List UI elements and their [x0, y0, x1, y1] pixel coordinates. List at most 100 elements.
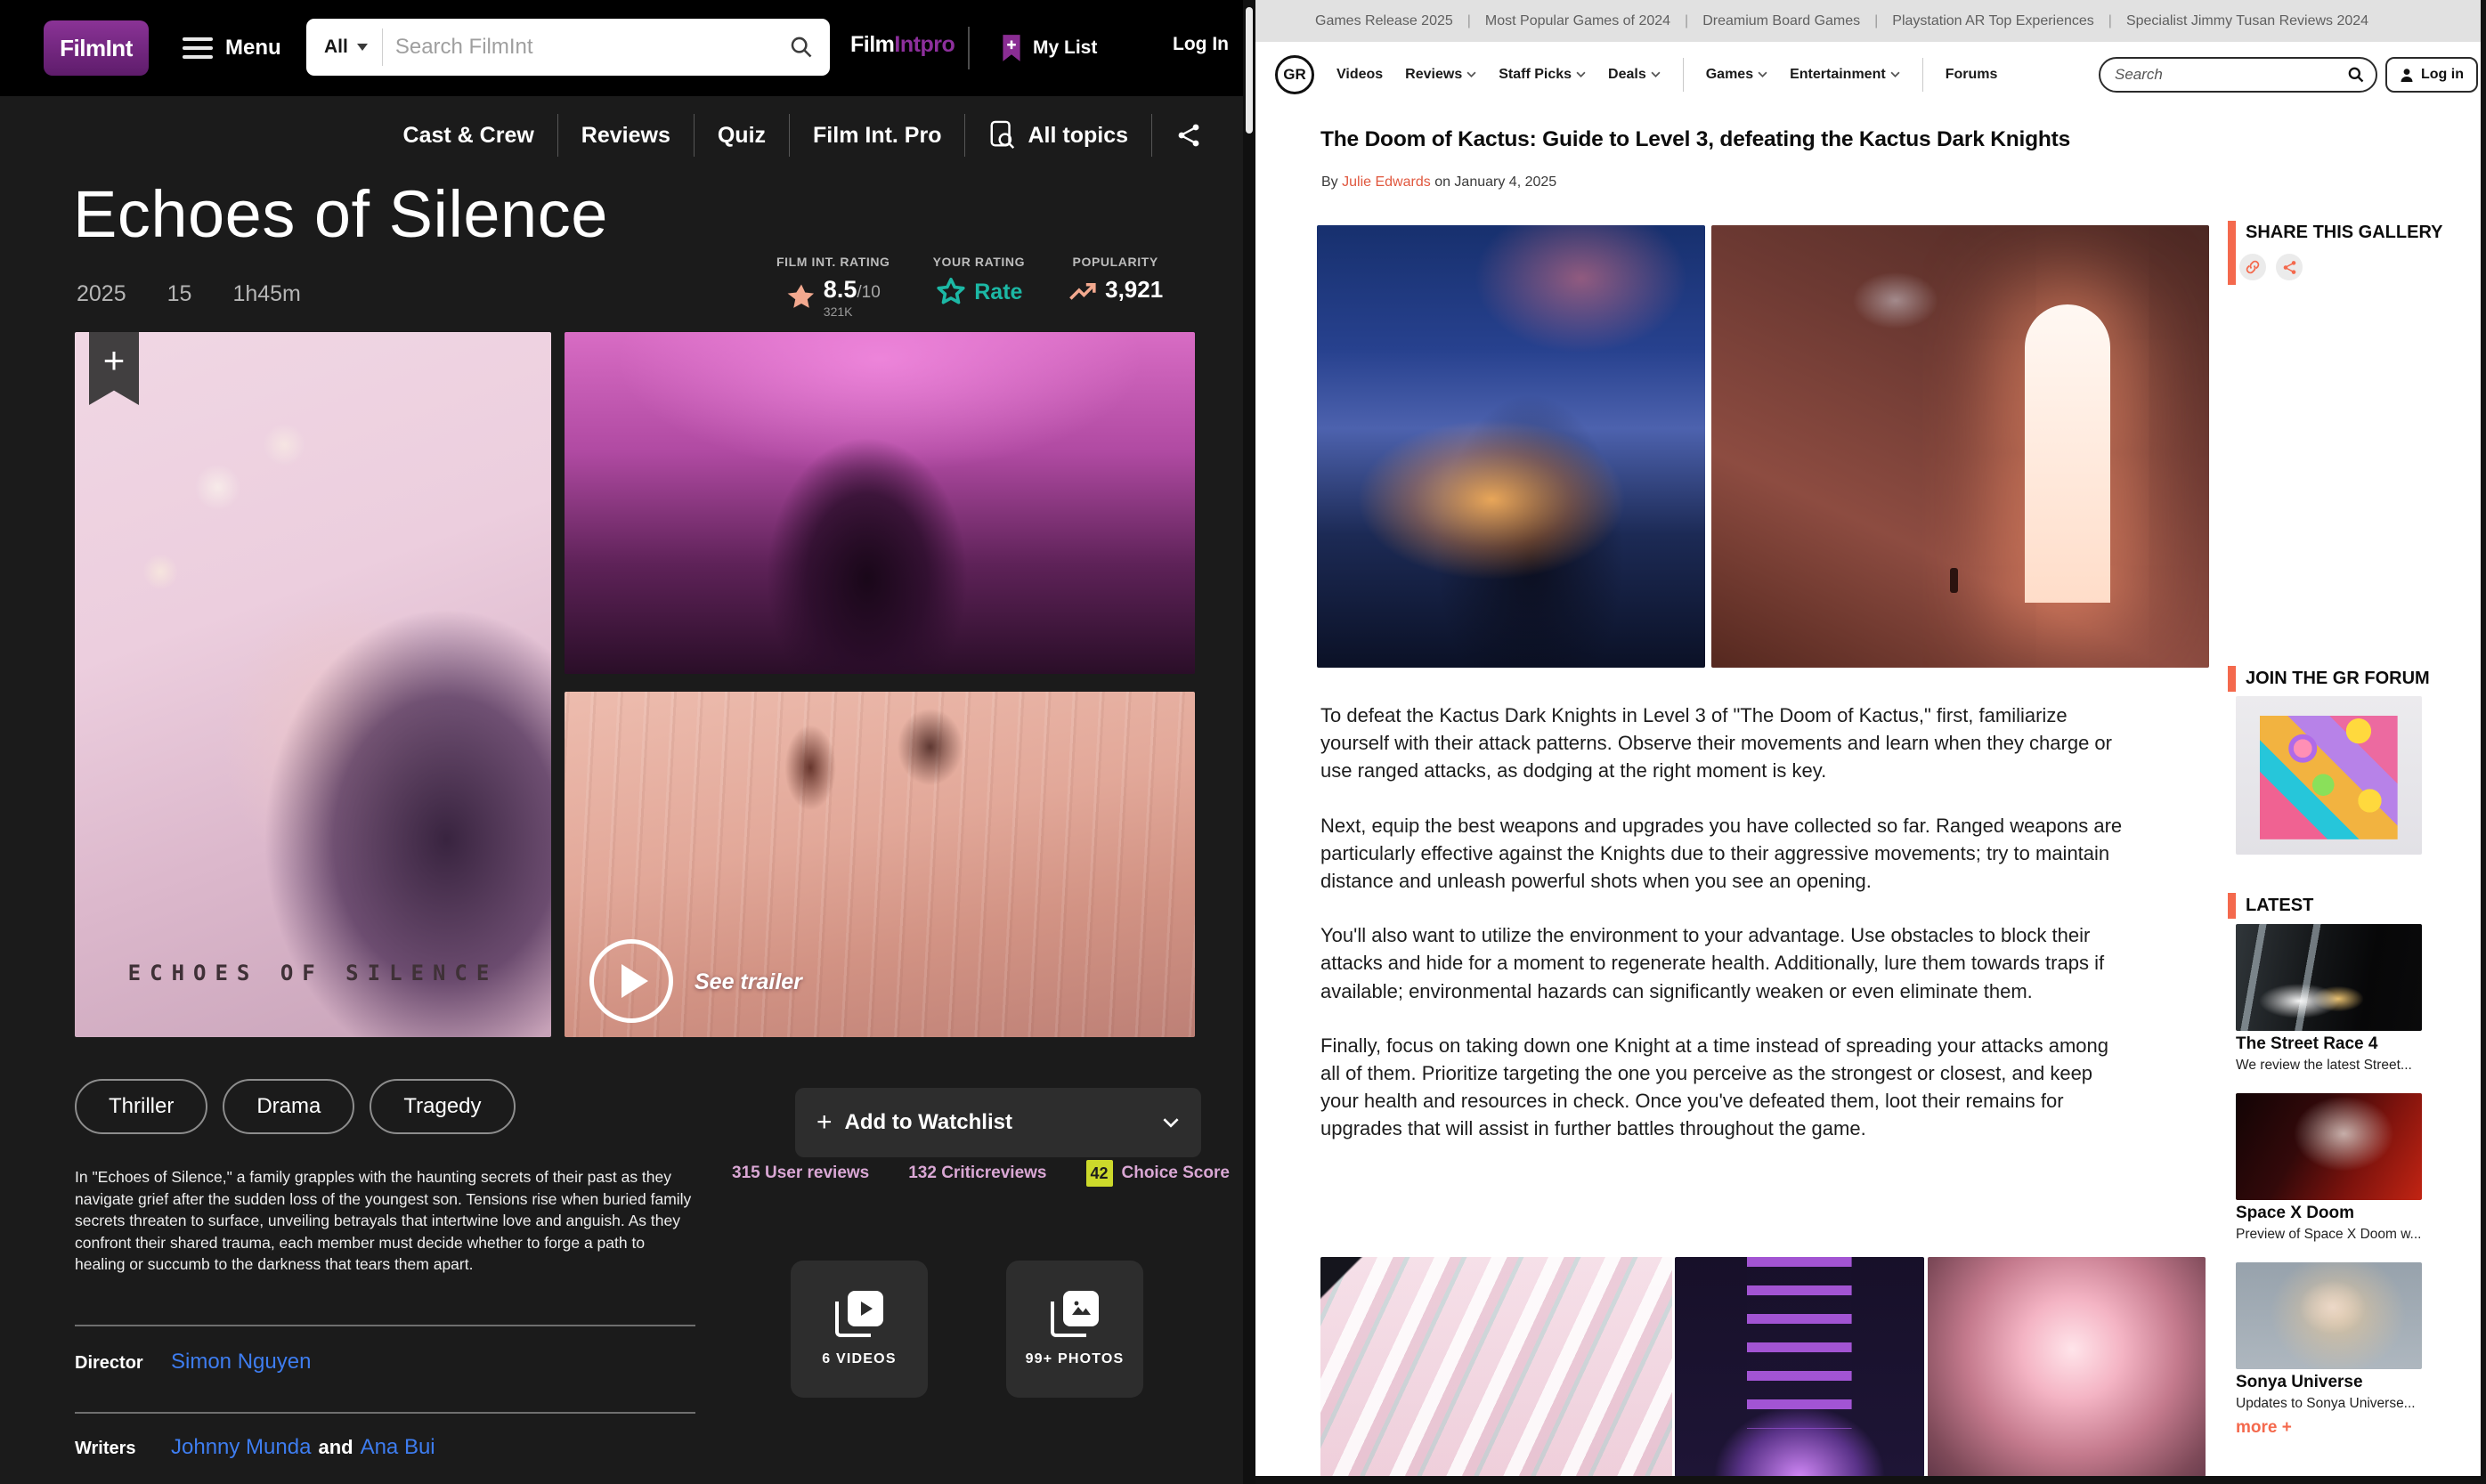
nav-entertainment[interactable]: Entertainment [1790, 67, 1900, 83]
still-image-alley[interactable] [565, 332, 1195, 674]
article-paragraph: Next, equip the best weapons and upgrade… [1320, 812, 2133, 896]
gallery-hero-image-night-city[interactable] [1317, 225, 1705, 668]
caret-down-icon [1576, 71, 1586, 77]
play-button[interactable] [589, 939, 673, 1023]
tab-quiz[interactable]: Quiz [695, 123, 789, 149]
filmint-logo[interactable]: FilmInt [44, 20, 149, 76]
critic-reviews-link[interactable]: 132 Criticreviews [908, 1164, 1046, 1183]
tab-reviews[interactable]: Reviews [558, 123, 694, 149]
poster-image[interactable]: + ECHOES OF SILENCE [75, 332, 551, 1037]
latest-item-title[interactable]: Sonya Universe [2236, 1373, 2363, 1392]
popularity-number: 3,921 [1105, 276, 1163, 304]
more-link[interactable]: more + [2236, 1418, 2292, 1438]
gr-logo[interactable]: GR [1275, 55, 1314, 94]
nav-deals-label: Deals [1608, 67, 1646, 83]
director-link[interactable]: Simon Nguyen [171, 1350, 311, 1375]
hamburger-icon [183, 37, 213, 59]
ticker-link[interactable]: Playstation AR Top Experiences [1860, 13, 2094, 29]
movie-year[interactable]: 2025 [77, 281, 126, 307]
share-gallery-header: SHARE THIS GALLERY [2246, 223, 2443, 243]
latest-item-title[interactable]: The Street Race 4 [2236, 1034, 2377, 1054]
article-body: To defeat the Kactus Dark Knights in Lev… [1320, 701, 2133, 1170]
see-trailer-label[interactable]: See trailer [695, 969, 802, 995]
search-icon[interactable] [789, 35, 814, 60]
filmint-top-nav: FilmInt Menu All FilmIntpro My List Log [0, 0, 1255, 96]
latest-thumb-sonya-universe[interactable] [2236, 1262, 2422, 1369]
genre-drama[interactable]: Drama [223, 1079, 354, 1134]
share-button[interactable] [2276, 254, 2303, 280]
share-gallery-actions [2239, 254, 2303, 280]
search-input[interactable] [383, 35, 789, 60]
article-byline: By Julie Edwards on January 4, 2025 [1321, 174, 1556, 191]
nav-games[interactable]: Games [1706, 67, 1767, 83]
left-scrollbar[interactable] [1243, 0, 1255, 1484]
rate-button[interactable]: Rate [935, 276, 1022, 308]
nav-deals[interactable]: Deals [1608, 67, 1661, 83]
genre-list: Thriller Drama Tragedy [75, 1079, 516, 1134]
copy-link-button[interactable] [2239, 254, 2266, 280]
rating-out-of: /10 [857, 283, 880, 302]
latest-thumb-space-x-doom[interactable] [2236, 1093, 2422, 1200]
choice-score[interactable]: 42 Choice Score [1086, 1160, 1230, 1187]
photos-button[interactable]: 99+ PHOTOS [1006, 1261, 1143, 1398]
gallery-image-pink-glow[interactable] [1928, 1257, 2206, 1477]
writer-link-1[interactable]: Johnny Munda [171, 1435, 311, 1460]
tab-cast-crew[interactable]: Cast & Crew [380, 123, 557, 149]
writers-conjunction: and [311, 1436, 360, 1459]
nav-entertainment-label: Entertainment [1790, 67, 1886, 83]
all-topics-button[interactable]: All topics [965, 119, 1151, 151]
chevron-down-icon[interactable] [1162, 1117, 1180, 1128]
gallery-hero-image-arch-door[interactable] [1711, 225, 2209, 668]
latest-item-blurb: Preview of Space X Doom w... [2236, 1227, 2421, 1243]
movie-subnav: Cast & Crew Reviews Quiz Film Int. Pro A… [0, 96, 1243, 174]
nav-staff-picks[interactable]: Staff Picks [1499, 67, 1586, 83]
trailer-thumbnail[interactable]: See trailer [565, 692, 1195, 1037]
article-paragraph: To defeat the Kactus Dark Knights in Lev… [1320, 701, 2133, 785]
ticker-link[interactable]: Games Release 2025 [1315, 13, 1453, 29]
author-link[interactable]: Julie Edwards [1342, 174, 1431, 190]
director-row: Director Simon Nguyen [75, 1350, 311, 1375]
ticker-link[interactable]: Dreamium Board Games [1670, 13, 1860, 29]
add-to-list-ribbon[interactable]: + [89, 332, 139, 405]
nav-games-label: Games [1706, 67, 1753, 83]
article-paragraph: Finally, focus on taking down one Knight… [1320, 1032, 2133, 1143]
search-bar: All [306, 19, 830, 76]
pro-logo-right: Intpro [894, 32, 955, 57]
genre-thriller[interactable]: Thriller [75, 1079, 207, 1134]
nav-forums[interactable]: Forums [1946, 67, 1998, 83]
user-reviews-link[interactable]: 315 User reviews [732, 1164, 869, 1183]
writer-link-2[interactable]: Ana Bui [361, 1435, 435, 1460]
ticker-link[interactable]: Most Popular Games of 2024 [1453, 13, 1670, 29]
gr-login-button[interactable]: Log in [2385, 57, 2478, 93]
genre-tragedy[interactable]: Tragedy [370, 1079, 515, 1134]
accent-bar [2228, 221, 2236, 285]
menu-button[interactable]: Menu [183, 25, 281, 71]
nav-videos[interactable]: Videos [1336, 67, 1383, 83]
plus-icon: + [103, 339, 126, 405]
forum-promo-image[interactable] [2236, 696, 2422, 855]
my-list-button[interactable]: My List [1001, 27, 1097, 69]
all-topics-label: All topics [1028, 123, 1128, 149]
gr-search-input[interactable] [2100, 66, 2347, 84]
ticker-link[interactable]: Specialist Jimmy Tusan Reviews 2024 [2094, 13, 2368, 29]
search-icon[interactable] [2347, 66, 2365, 84]
share-button[interactable] [1152, 122, 1202, 149]
videos-button[interactable]: 6 VIDEOS [791, 1261, 928, 1398]
search-scope-dropdown[interactable]: All [306, 19, 382, 76]
add-to-watchlist-button[interactable]: + Add to Watchlist [795, 1088, 1201, 1157]
filmintpro-logo[interactable]: FilmIntpro [850, 32, 955, 58]
login-button[interactable]: Log In [1173, 34, 1229, 55]
movie-certificate[interactable]: 15 [167, 281, 192, 307]
latest-item-title[interactable]: Space X Doom [2236, 1204, 2354, 1223]
caret-down-icon [1466, 71, 1476, 77]
nav-reviews[interactable]: Reviews [1405, 67, 1476, 83]
choice-score-label: Choice Score [1122, 1164, 1230, 1183]
tab-film-int-pro[interactable]: Film Int. Pro [790, 123, 964, 149]
latest-thumb-street-race[interactable] [2236, 924, 2422, 1031]
gallery-image-glass-abstract[interactable] [1320, 1257, 1672, 1477]
scrollbar-thumb[interactable] [1246, 7, 1253, 134]
latest-item-blurb: We review the latest Street... [2236, 1058, 2412, 1074]
gallery-image-neon-stairs[interactable] [1675, 1257, 1924, 1477]
filmint-rating-value[interactable]: 8.5/10 321K [786, 276, 881, 319]
latest-item-blurb: Updates to Sonya Universe... [2236, 1396, 2416, 1412]
